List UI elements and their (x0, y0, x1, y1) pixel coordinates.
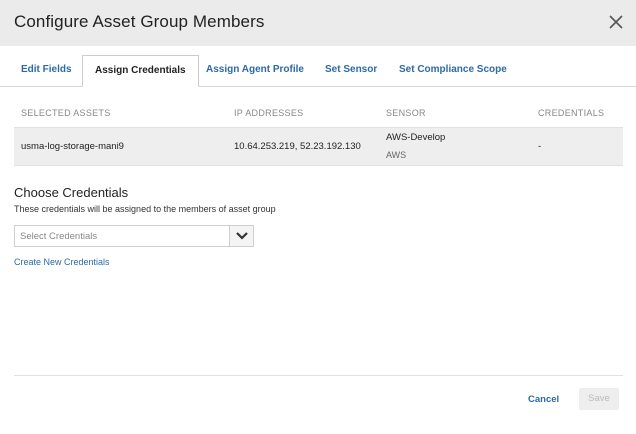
dialog-title: Configure Asset Group Members (14, 12, 265, 31)
choose-credentials-description: These credentials will be assigned to th… (14, 204, 276, 214)
select-credentials-placeholder: Select Credentials (20, 231, 98, 242)
footer-divider (14, 375, 623, 376)
tab-assign-agent-profile[interactable]: Assign Agent Profile (206, 46, 304, 87)
create-new-credentials-link[interactable]: Create New Credentials (14, 257, 110, 267)
column-header-credentials: CREDENTIALS (538, 108, 605, 118)
assets-table: SELECTED ASSETS IP ADDRESSES SENSOR CRED… (14, 101, 623, 166)
tab-bar: Edit Fields Assign Credentials Assign Ag… (0, 46, 636, 87)
ip-addresses: 10.64.253.219, 52.23.192.130 (234, 141, 361, 152)
chevron-down-icon (236, 232, 248, 240)
sensor-type: AWS (386, 150, 407, 160)
close-button[interactable] (604, 10, 628, 34)
tab-set-compliance-scope[interactable]: Set Compliance Scope (399, 46, 507, 87)
dropdown-toggle[interactable] (229, 226, 253, 246)
table-row: usma-log-storage-mani9 10.64.253.219, 52… (14, 128, 623, 166)
save-button[interactable]: Save (579, 388, 619, 410)
close-icon[interactable] (604, 10, 628, 34)
sensor-name: AWS-Develop (386, 132, 446, 143)
choose-credentials-heading: Choose Credentials (14, 185, 129, 200)
asset-name: usma-log-storage-mani9 (21, 141, 124, 152)
column-header-sensor: SENSOR (386, 108, 426, 118)
dialog-header: Configure Asset Group Members (0, 0, 636, 46)
credentials-value: - (538, 141, 542, 152)
column-header-ip-addresses: IP ADDRESSES (234, 108, 304, 118)
column-header-selected-assets: SELECTED ASSETS (21, 108, 111, 118)
tab-edit-fields[interactable]: Edit Fields (21, 46, 72, 87)
table-header: SELECTED ASSETS IP ADDRESSES SENSOR CRED… (14, 101, 623, 128)
tab-assign-credentials[interactable]: Assign Credentials (82, 55, 199, 87)
tab-set-sensor[interactable]: Set Sensor (325, 46, 377, 87)
select-credentials-dropdown[interactable]: Select Credentials (14, 225, 254, 247)
cancel-button[interactable]: Cancel (528, 394, 559, 405)
